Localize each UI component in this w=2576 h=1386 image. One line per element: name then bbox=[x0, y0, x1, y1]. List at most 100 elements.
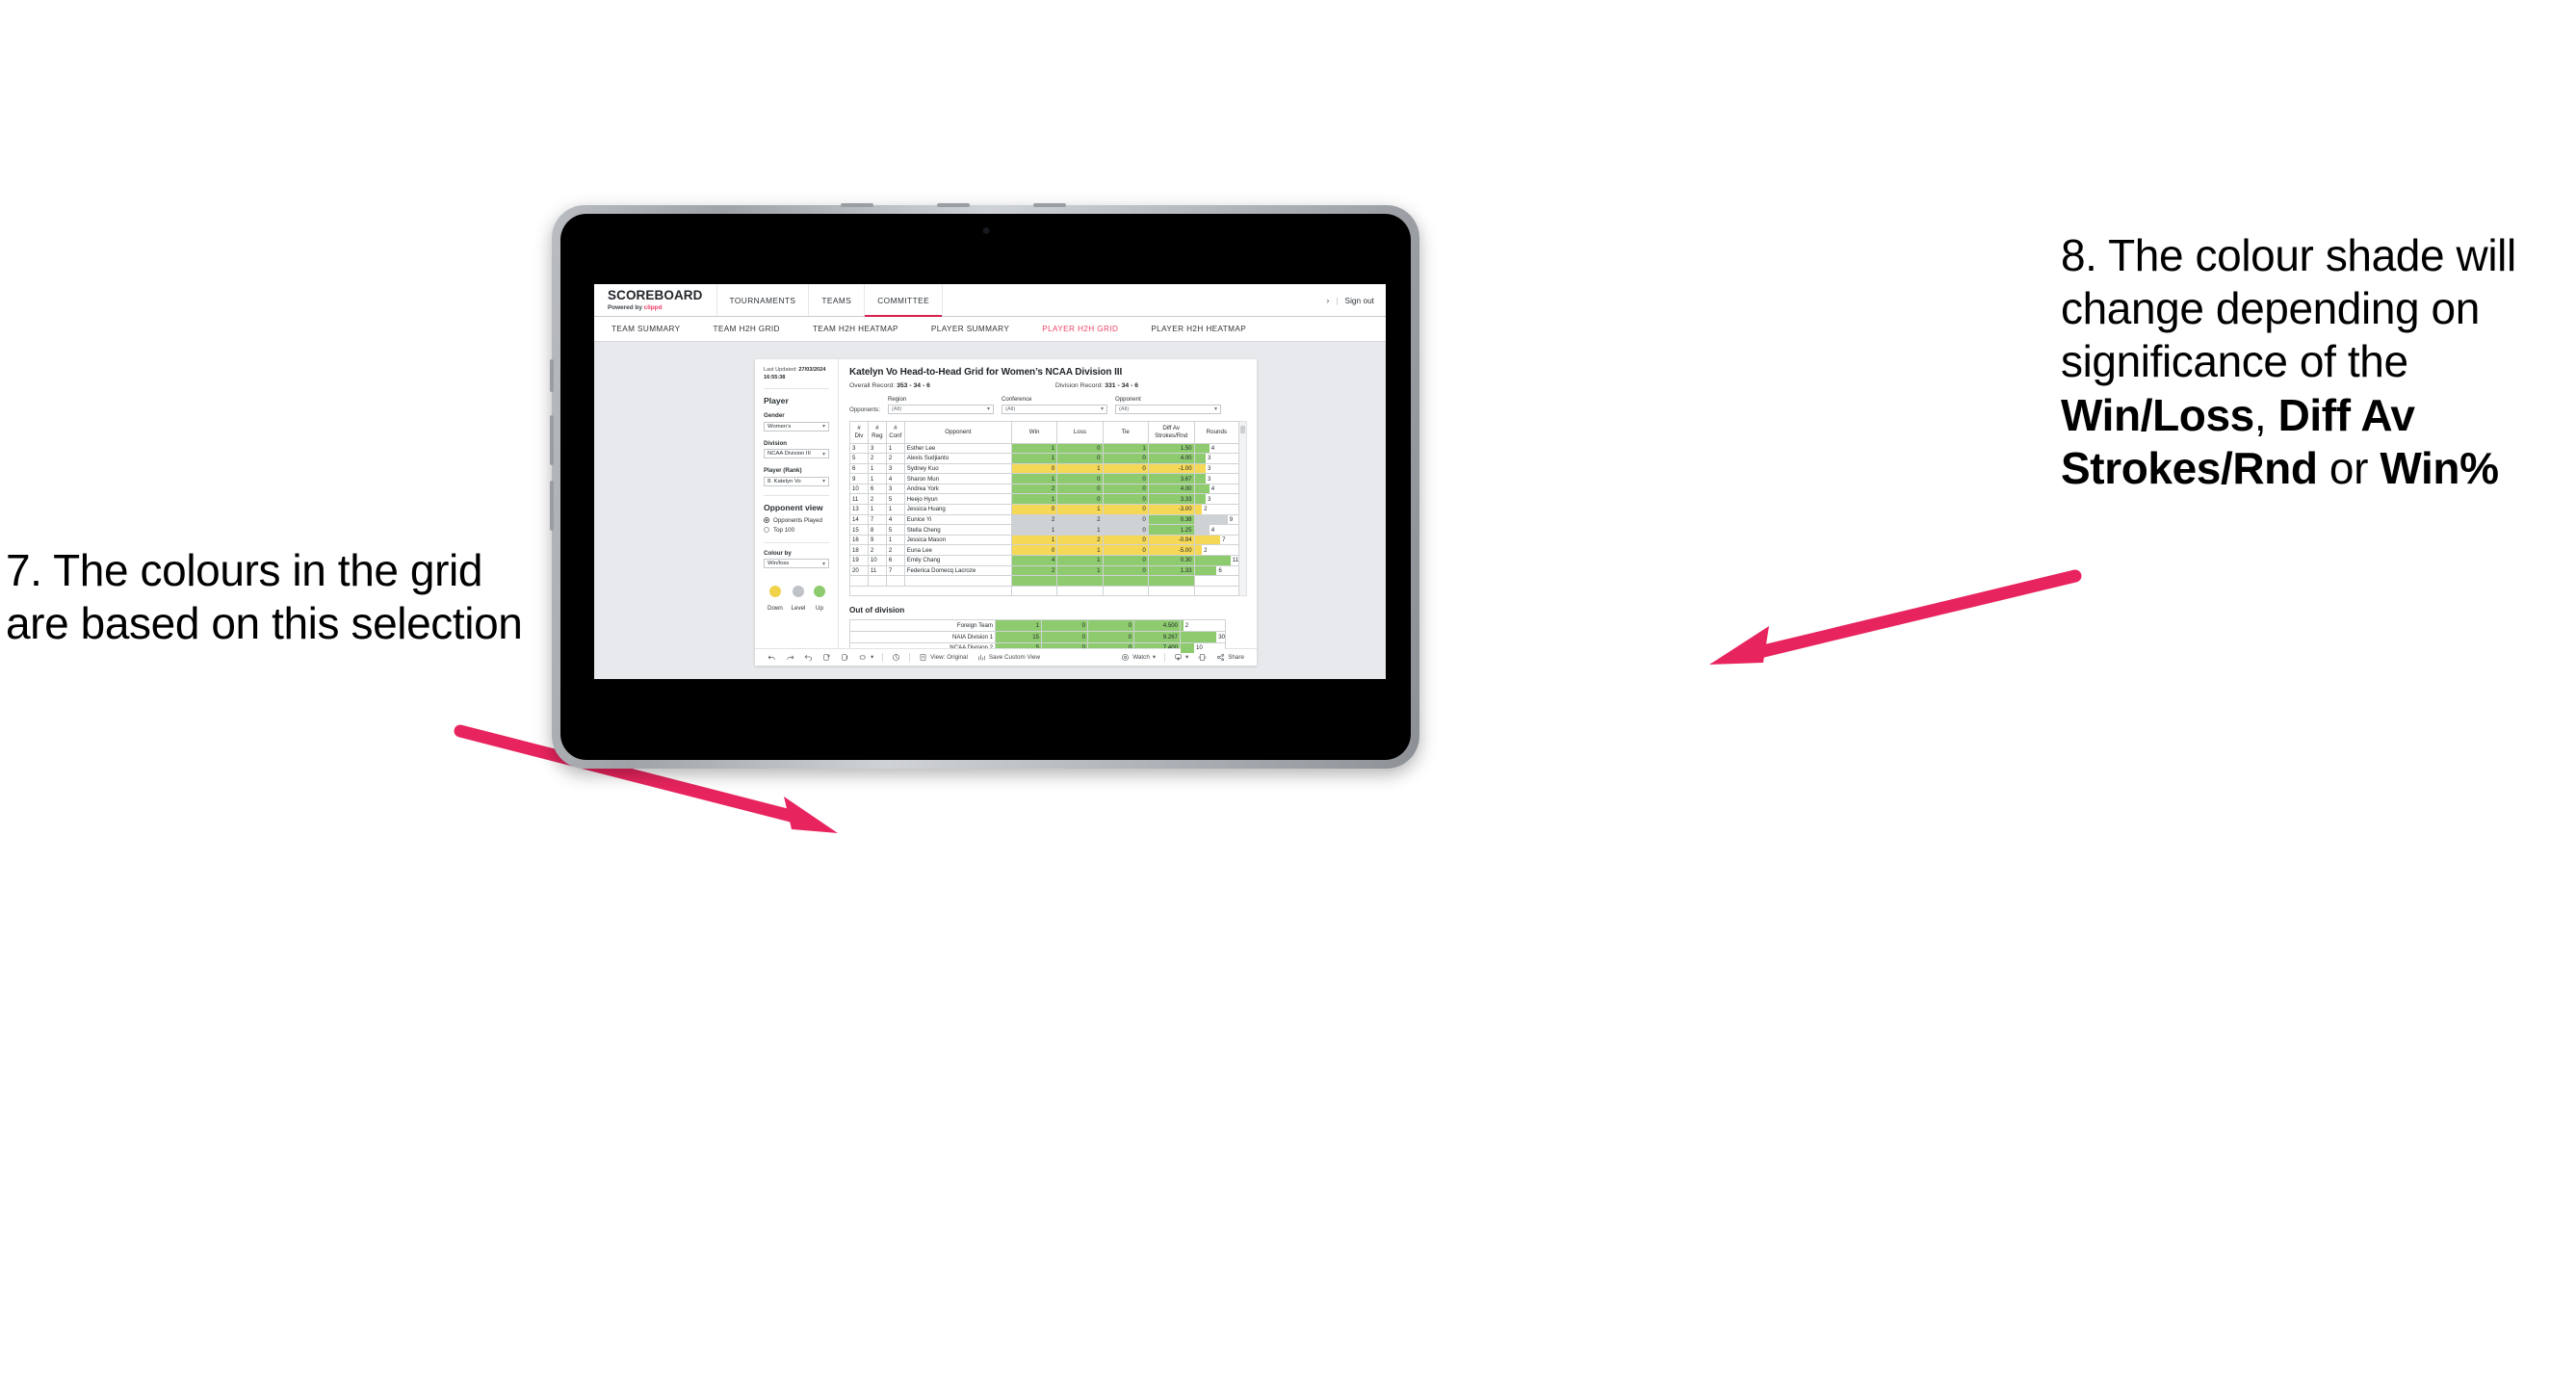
division-record: Division Record: 331 - 34 - 6 bbox=[1055, 382, 1138, 389]
table-cell: 1.50 bbox=[1147, 442, 1195, 455]
tablet-button-left-1 bbox=[550, 359, 554, 392]
rounds-bar-fill bbox=[1194, 505, 1203, 514]
rounds-value: 3 bbox=[1207, 455, 1211, 462]
rounds-bar-cell: 2 bbox=[1180, 619, 1226, 632]
table-row[interactable]: 20 11 7 Federica Domecq Lacroze 2 1 0 1.33 6 bbox=[849, 564, 1240, 577]
table-cell: 0 bbox=[1102, 534, 1149, 546]
custom-views-dropdown[interactable]: ▾ bbox=[854, 653, 878, 662]
rounds-bar-cell: 4 bbox=[1193, 442, 1240, 455]
table-row[interactable]: 13 1 1 Jessica Huang 0 1 0 -3.00 2 bbox=[849, 504, 1240, 515]
table-cell: Alexis Sudjianto bbox=[903, 453, 1012, 464]
scrollbar-thumb[interactable] bbox=[1240, 425, 1245, 433]
tablet-button-top-2 bbox=[937, 203, 970, 207]
rounds-value: 11 bbox=[1232, 557, 1239, 564]
tab-team-summary[interactable]: TEAM SUMMARY bbox=[611, 325, 681, 333]
rounds-value: 4 bbox=[1210, 444, 1215, 452]
save-custom-view-button[interactable]: Save Custom View bbox=[973, 653, 1045, 662]
tab-player-summary[interactable]: PLAYER SUMMARY bbox=[931, 325, 1009, 333]
table-row[interactable]: NAIA Division 1 15 0 0 9.267 30 bbox=[849, 631, 1226, 643]
table-cell: 4 bbox=[885, 473, 905, 484]
chevron-down-icon: ▾ bbox=[821, 424, 825, 431]
table-cell: 1 bbox=[1056, 462, 1104, 475]
rounds-value: 4 bbox=[1210, 526, 1215, 534]
table-row[interactable]: 19 10 6 Emily Chang 4 1 0 0.30 11 bbox=[849, 555, 1240, 566]
nav-item-committee[interactable]: COMMITTEE bbox=[865, 284, 944, 318]
table-cell: 2 bbox=[867, 544, 887, 557]
region-label: Region bbox=[888, 396, 907, 403]
table-row[interactable]: 15 8 5 Stella Cheng 1 1 0 1.25 4 bbox=[849, 524, 1240, 536]
table-row[interactable]: 5 2 2 Alexis Sudjianto 1 0 0 4.00 3 bbox=[849, 453, 1240, 464]
top-navigation-bar: SCOREBOARD Powered by clippd TOURNAMENTS… bbox=[594, 284, 1386, 318]
rounds-bar: 4 bbox=[1194, 525, 1239, 535]
rounds-bar-fill bbox=[1194, 463, 1206, 474]
opponent-select[interactable]: (All) ▾ bbox=[1115, 405, 1221, 414]
division-select[interactable]: NCAA Division III ▾ bbox=[764, 449, 829, 459]
table-cell: 4 bbox=[1010, 555, 1058, 566]
table-cell: 6 bbox=[885, 555, 905, 566]
table-row[interactable]: Foreign Team 1 0 0 4.500 2 bbox=[849, 619, 1226, 632]
table-row[interactable]: 6 1 3 Sydney Kuo 0 1 0 -1.00 3 bbox=[849, 462, 1240, 475]
legend-item-down: Down bbox=[768, 586, 783, 612]
radio-top-100-label: Top 100 bbox=[773, 526, 795, 534]
download-button[interactable]: ▾ bbox=[1169, 653, 1193, 662]
sign-out-link[interactable]: Sign out bbox=[1345, 296, 1374, 305]
nav-item-tournaments[interactable]: TOURNAMENTS bbox=[717, 284, 810, 316]
table-cell: 0 bbox=[1102, 493, 1149, 506]
chevron-right-icon[interactable]: › bbox=[1326, 296, 1329, 305]
revert-button[interactable] bbox=[799, 653, 818, 662]
table-row[interactable]: 16 9 1 Jessica Mason 1 2 0 -0.94 7 bbox=[849, 534, 1240, 546]
nav-item-teams[interactable]: TEAMS bbox=[809, 284, 866, 316]
divider bbox=[764, 388, 829, 390]
conference-select[interactable]: (All) ▾ bbox=[1002, 405, 1107, 414]
pause-button[interactable] bbox=[836, 653, 854, 662]
table-row[interactable]: 9 1 4 Sharon Mun 1 0 0 3.67 3 bbox=[849, 473, 1240, 484]
gender-select[interactable]: Women’s ▾ bbox=[764, 421, 829, 431]
radio-opponents-played[interactable]: Opponents Played bbox=[764, 517, 829, 524]
table-cell: 2 bbox=[1010, 564, 1058, 577]
table-cell: Emily Chang bbox=[903, 555, 1012, 566]
brand-tagline-prefix: Powered by bbox=[608, 303, 644, 311]
rounds-value: 4 bbox=[1210, 485, 1215, 493]
tab-player-h2h-grid[interactable]: PLAYER H2H GRID bbox=[1042, 325, 1118, 333]
tab-team-h2h-grid[interactable]: TEAM H2H GRID bbox=[714, 325, 780, 333]
tab-team-h2h-heatmap[interactable]: TEAM H2H HEATMAP bbox=[813, 325, 898, 333]
table-row[interactable]: 3 3 1 Esther Lee 1 0 1 1.50 4 bbox=[849, 442, 1240, 455]
table-row[interactable]: 18 2 2 Euna Lee 0 1 0 -5.00 2 bbox=[849, 544, 1240, 557]
table-row[interactable]: 10 6 3 Andrea York 2 0 0 4.00 4 bbox=[849, 483, 1240, 495]
opponent-filter: Opponent (All) ▾ bbox=[1115, 396, 1221, 414]
table-cell: 13 bbox=[849, 504, 869, 515]
grid-header-cell: Diff Av Strokes/Rnd bbox=[1147, 420, 1195, 444]
table-cell: 6 bbox=[867, 483, 887, 495]
table-cell: 0 bbox=[1102, 544, 1149, 557]
table-cell: 19 bbox=[849, 555, 869, 566]
gender-value: Women’s bbox=[768, 423, 792, 430]
rounds-value: 3 bbox=[1207, 475, 1211, 483]
device-layout-button[interactable] bbox=[1193, 653, 1211, 662]
colour-by-select[interactable]: Win/loss ▾ bbox=[764, 559, 829, 569]
table-cell: -0.94 bbox=[1147, 534, 1195, 546]
share-button[interactable]: Share bbox=[1211, 653, 1249, 662]
chevron-down-icon: ▾ bbox=[1100, 406, 1104, 413]
division-value: NCAA Division III bbox=[768, 451, 811, 458]
radio-top-100[interactable]: Top 100 bbox=[764, 527, 829, 534]
tab-player-h2h-heatmap[interactable]: PLAYER H2H HEATMAP bbox=[1151, 325, 1246, 333]
redo-button[interactable] bbox=[781, 653, 799, 662]
overall-record-label: Overall Record: bbox=[849, 382, 898, 389]
view-original-button[interactable]: View: Original bbox=[914, 653, 973, 662]
rounds-bar-cell: 9 bbox=[1193, 513, 1240, 526]
table-row[interactable]: 11 2 5 Heejo Hyun 1 0 0 3.33 3 bbox=[849, 493, 1240, 506]
table-cell: Sharon Mun bbox=[903, 473, 1012, 484]
refresh-button[interactable] bbox=[818, 653, 836, 662]
tablet-button-top-3 bbox=[1033, 203, 1066, 207]
player-rank-select[interactable]: 8. Katelyn Vo ▾ bbox=[764, 476, 829, 486]
table-cell: 1 bbox=[1010, 493, 1058, 506]
table-scrollbar[interactable] bbox=[1239, 420, 1247, 597]
table-cell: 0 bbox=[1056, 442, 1104, 455]
pause-updates-button[interactable] bbox=[887, 653, 905, 662]
last-updated-label: Last Updated: bbox=[764, 367, 799, 373]
brand-logo[interactable]: SCOREBOARD Powered by clippd bbox=[594, 284, 717, 316]
region-select[interactable]: (All) ▾ bbox=[888, 405, 994, 414]
undo-button[interactable] bbox=[763, 653, 781, 662]
table-row[interactable]: 14 7 4 Eunice Yi 2 2 0 0.38 9 bbox=[849, 513, 1240, 526]
watch-button[interactable]: Watch ▾ bbox=[1116, 653, 1160, 662]
